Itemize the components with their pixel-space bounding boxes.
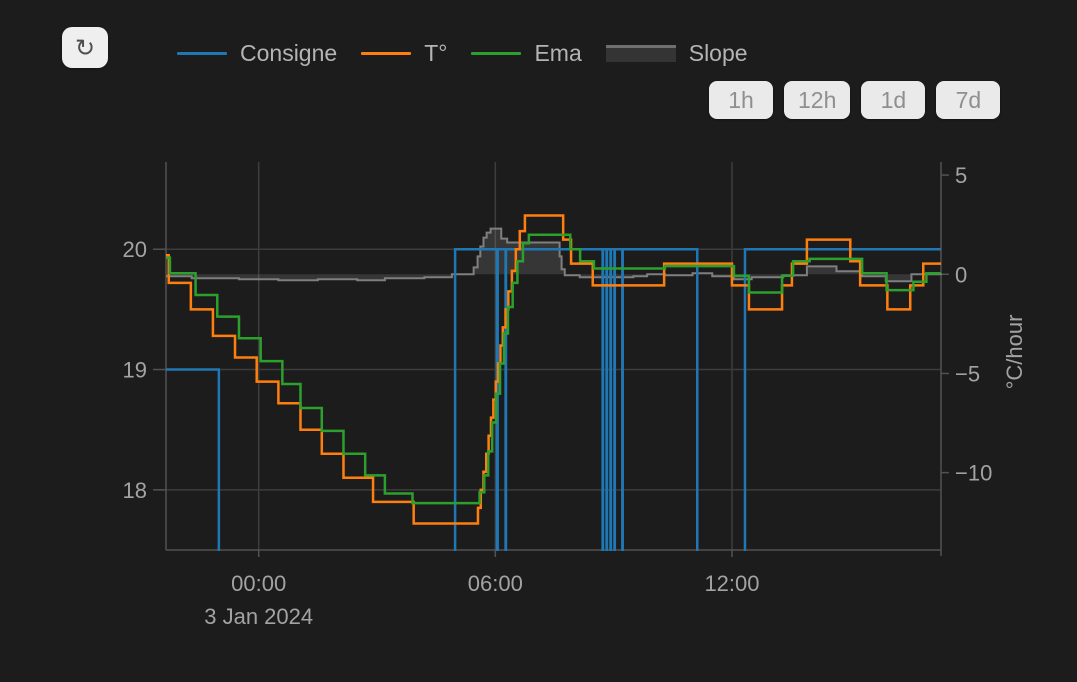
axes <box>153 162 949 557</box>
consigne-line <box>166 249 941 658</box>
right-axis-title: °C/hour <box>1002 315 1027 390</box>
x-axis-labels: 00:00 06:00 12:00 3 Jan 2024 <box>204 571 759 629</box>
slope-area <box>166 229 941 282</box>
y-tick-label: 20 <box>123 237 147 262</box>
y-tick-label: 19 <box>123 358 147 383</box>
x-tick-label: 06:00 <box>468 571 523 596</box>
chart[interactable]: 00:00 06:00 12:00 3 Jan 2024 20 19 18 5 0 −5 −10 °C… <box>0 0 1077 682</box>
app-root: ↻ ConsigneT°EmaSlope 1h12h1d7d 00:0006:0… <box>0 0 1077 682</box>
gridlines <box>166 162 941 550</box>
x-tick-label: 12:00 <box>704 571 759 596</box>
y-tick-label: 18 <box>123 478 147 503</box>
y2-tick-label: 0 <box>955 262 967 287</box>
left-axis-labels: 20 19 18 <box>123 237 147 503</box>
y2-tick-label: −10 <box>955 461 992 486</box>
right-axis-labels: 5 0 −5 −10 °C/hour <box>955 163 1027 486</box>
y2-tick-label: −5 <box>955 361 980 386</box>
y2-tick-label: 5 <box>955 163 967 188</box>
x-axis-date-label: 3 Jan 2024 <box>204 604 313 629</box>
x-tick-label: 00:00 <box>231 571 286 596</box>
